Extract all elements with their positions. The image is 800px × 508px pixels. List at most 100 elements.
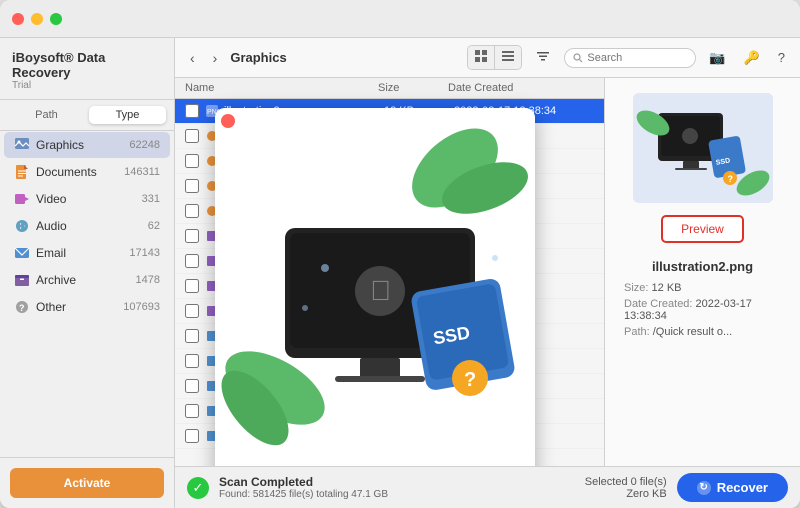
svg-text:?: ? bbox=[464, 369, 476, 391]
col-date-header: Date Created bbox=[448, 82, 588, 94]
preview-size-row: Size: 12 KB bbox=[624, 282, 781, 294]
app-title: iBoysoft® Data Recovery bbox=[12, 50, 162, 80]
file-table-header: Name Size Date Created bbox=[175, 78, 604, 99]
preview-illustration:  SSD ? bbox=[215, 108, 535, 466]
titlebar bbox=[0, 0, 800, 38]
sidebar-item-email-count: 17143 bbox=[129, 247, 160, 259]
filter-icon bbox=[536, 49, 550, 63]
filter-button[interactable] bbox=[530, 45, 556, 70]
sidebar-item-audio-label: Audio bbox=[36, 219, 148, 233]
app-header: iBoysoft® Data Recovery Trial bbox=[0, 38, 174, 100]
recover-button-label: Recover bbox=[717, 480, 768, 495]
minimize-button[interactable] bbox=[31, 13, 43, 25]
nav-forward-button[interactable]: › bbox=[208, 48, 223, 68]
row-checkbox[interactable] bbox=[185, 329, 199, 343]
row-checkbox[interactable] bbox=[185, 404, 199, 418]
traffic-lights bbox=[12, 13, 62, 25]
image-preview-overlay:  SSD ? bbox=[215, 108, 535, 466]
path-label: Path: bbox=[624, 326, 650, 338]
camera-button[interactable]: 📷 bbox=[704, 48, 730, 68]
row-checkbox[interactable] bbox=[185, 229, 199, 243]
maximize-button[interactable] bbox=[50, 13, 62, 25]
sidebar-item-audio-count: 62 bbox=[148, 220, 160, 232]
preview-path-row: Path: /Quick result o... bbox=[624, 326, 781, 338]
row-checkbox[interactable] bbox=[185, 104, 199, 118]
row-checkbox[interactable] bbox=[185, 129, 199, 143]
grid-icon bbox=[475, 50, 487, 62]
app-window: iBoysoft® Data Recovery Trial Path Type … bbox=[0, 0, 800, 508]
other-icon: ? bbox=[14, 299, 30, 315]
help-button[interactable]: ? bbox=[773, 48, 790, 67]
sidebar-item-other[interactable]: ? Other 107693 bbox=[4, 294, 170, 320]
row-checkbox[interactable] bbox=[185, 204, 199, 218]
sidebar-item-graphics[interactable]: Graphics 62248 bbox=[4, 132, 170, 158]
search-icon bbox=[573, 53, 583, 63]
preview-metadata: Size: 12 KB Date Created: 2022-03-17 13:… bbox=[620, 282, 785, 342]
row-checkbox[interactable] bbox=[185, 379, 199, 393]
preview-filename: illustration2.png bbox=[652, 259, 753, 274]
recover-button[interactable]: ↻ Recover bbox=[677, 473, 788, 502]
archive-icon bbox=[14, 272, 30, 288]
sidebar-item-other-label: Other bbox=[36, 300, 123, 314]
svg-text:?: ? bbox=[727, 174, 733, 184]
path-value: /Quick result o... bbox=[653, 326, 732, 338]
search-box bbox=[564, 48, 696, 68]
graphics-icon bbox=[14, 137, 30, 153]
date-label: Date Created: bbox=[624, 298, 692, 310]
search-input[interactable] bbox=[587, 52, 687, 64]
nav-back-button[interactable]: ‹ bbox=[185, 48, 200, 68]
row-checkbox[interactable] bbox=[185, 304, 199, 318]
scan-complete-text: Scan Completed bbox=[219, 475, 575, 489]
overlay-close-button[interactable] bbox=[221, 114, 235, 128]
preview-date-row: Date Created: 2022-03-17 13:38:34 bbox=[624, 298, 781, 322]
sidebar-item-documents-count: 146311 bbox=[124, 166, 160, 178]
documents-icon bbox=[14, 164, 30, 180]
row-checkbox[interactable] bbox=[185, 279, 199, 293]
thumbnail-svg: SSD ? bbox=[633, 93, 773, 203]
grid-view-button[interactable] bbox=[468, 46, 495, 69]
email-icon bbox=[14, 245, 30, 261]
sidebar-item-documents-label: Documents bbox=[36, 165, 124, 179]
tab-path[interactable]: Path bbox=[8, 106, 85, 124]
sidebar-item-archive[interactable]: Archive 1478 bbox=[4, 267, 170, 293]
list-icon bbox=[502, 50, 514, 62]
sidebar-item-email[interactable]: Email 17143 bbox=[4, 240, 170, 266]
sidebar-item-documents[interactable]: Documents 146311 bbox=[4, 159, 170, 185]
row-checkbox[interactable] bbox=[185, 254, 199, 268]
selected-files-count: Selected 0 file(s) bbox=[585, 476, 667, 488]
sidebar-item-video-count: 331 bbox=[142, 193, 160, 205]
sidebar-item-audio[interactable]: Audio 62 bbox=[4, 213, 170, 239]
file-list-section: Name Size Date Created PNG bbox=[175, 78, 605, 466]
row-checkbox[interactable] bbox=[185, 429, 199, 443]
app-trial-badge: Trial bbox=[12, 80, 162, 91]
row-checkbox[interactable] bbox=[185, 154, 199, 168]
preview-panel: SSD ? Preview illustration2.png Size: bbox=[605, 78, 800, 466]
activate-button[interactable]: Activate bbox=[10, 468, 164, 498]
sidebar-item-other-count: 107693 bbox=[123, 301, 160, 313]
file-preview-area: Name Size Date Created PNG bbox=[175, 78, 800, 466]
row-checkbox[interactable] bbox=[185, 179, 199, 193]
key-button[interactable]: 🔑 bbox=[739, 48, 765, 68]
view-toggle bbox=[467, 45, 522, 70]
video-icon bbox=[14, 191, 30, 207]
preview-thumbnail: SSD ? bbox=[633, 93, 773, 203]
sidebar-item-video[interactable]: Video 331 bbox=[4, 186, 170, 212]
row-checkbox[interactable] bbox=[185, 354, 199, 368]
sidebar-item-archive-label: Archive bbox=[36, 273, 136, 287]
selected-info: Selected 0 file(s) Zero KB bbox=[585, 476, 667, 500]
size-value: 12 KB bbox=[652, 282, 682, 294]
close-button[interactable] bbox=[12, 13, 24, 25]
col-size-header: Size bbox=[378, 82, 448, 94]
preview-button[interactable]: Preview bbox=[661, 215, 744, 243]
scan-detail-text: Found: 581425 file(s) totaling 47.1 GB bbox=[219, 489, 575, 500]
list-view-button[interactable] bbox=[495, 46, 521, 69]
sidebar-item-graphics-label: Graphics bbox=[36, 138, 129, 152]
svg-text::  bbox=[370, 275, 391, 306]
svg-text:?: ? bbox=[19, 303, 25, 313]
bottom-bar: ✓ Scan Completed Found: 581425 file(s) t… bbox=[175, 466, 800, 508]
audio-icon bbox=[14, 218, 30, 234]
path-type-tabs: Path Type bbox=[0, 100, 174, 131]
tab-type[interactable]: Type bbox=[89, 106, 166, 124]
content-area: ‹ › Graphics bbox=[175, 38, 800, 508]
main-layout: iBoysoft® Data Recovery Trial Path Type … bbox=[0, 38, 800, 508]
